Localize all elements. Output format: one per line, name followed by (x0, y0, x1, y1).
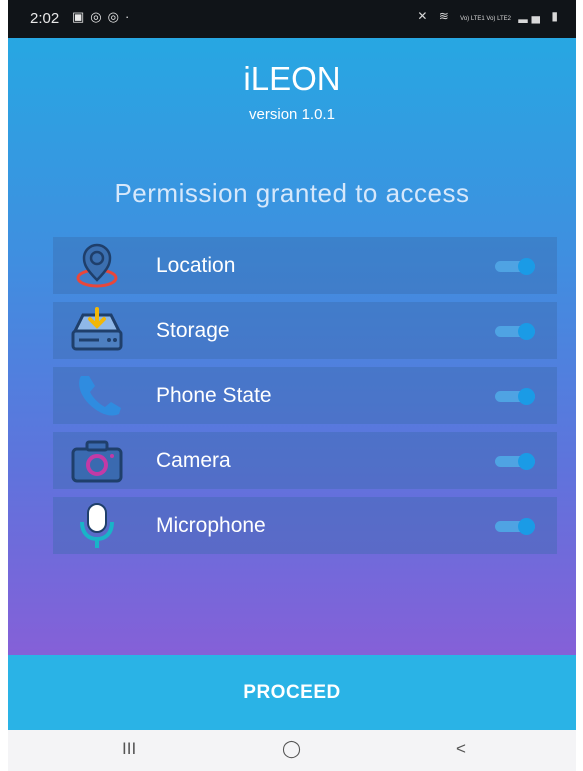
location-pin-icon (65, 242, 129, 290)
notification-icons: ▣◎◎· (72, 9, 135, 25)
battery-icon: ▮ (551, 9, 562, 23)
dot-icon: · (124, 9, 136, 24)
storage-icon (65, 307, 129, 355)
navigation-bar: III ◯ < (8, 730, 576, 771)
recents-button[interactable]: III (122, 739, 136, 759)
permissions-heading: Permission granted to access (114, 178, 470, 208)
app-title: iLEON (243, 60, 341, 97)
status-time: 2:02 (30, 10, 60, 27)
permission-label-storage: Storage (156, 319, 230, 342)
permissions-screen: iLEON version 1.0.1 Permission granted t… (8, 38, 576, 655)
permission-row-camera[interactable]: Camera (53, 432, 557, 489)
permission-list: Location Storage Phone State Camera Micr… (53, 237, 557, 562)
camera-icon (65, 437, 129, 485)
network-text: Vo) LTE1 Vo) LTE2 (460, 16, 511, 22)
phone-state-toggle[interactable] (495, 388, 535, 405)
app-version: version 1.0.1 (249, 106, 335, 123)
instagram-icon: ◎ (90, 9, 108, 24)
storage-toggle[interactable] (495, 323, 535, 340)
image-icon: ▣ (72, 9, 91, 24)
permission-label-microphone: Microphone (156, 514, 266, 537)
wifi-icon: ≋ (438, 9, 453, 23)
phone-icon (65, 372, 129, 420)
permission-row-storage[interactable]: Storage (53, 302, 557, 359)
permission-label-location: Location (156, 254, 236, 277)
permission-row-location[interactable]: Location (53, 237, 557, 294)
permission-label-phone-state: Phone State (156, 384, 272, 407)
instagram-icon: ◎ (107, 9, 125, 24)
system-icons: ✕ ≋ Vo) LTE1 Vo) LTE2 ▂▄ ▮ (417, 9, 562, 23)
permission-label-camera: Camera (156, 449, 231, 472)
microphone-toggle[interactable] (495, 518, 535, 535)
mute-icon: ✕ (417, 9, 432, 23)
phone-screen: 2:02 ▣◎◎· ✕ ≋ Vo) LTE1 Vo) LTE2 ▂▄ ▮ iLE… (8, 0, 576, 771)
camera-toggle[interactable] (495, 453, 535, 470)
signal-icon: ▂▄ (518, 9, 545, 23)
permission-row-phone-state[interactable]: Phone State (53, 367, 557, 424)
back-button[interactable]: < (456, 739, 466, 759)
microphone-icon (65, 502, 129, 550)
status-bar: 2:02 ▣◎◎· ✕ ≋ Vo) LTE1 Vo) LTE2 ▂▄ ▮ (8, 0, 576, 38)
location-toggle[interactable] (495, 258, 535, 275)
home-button[interactable]: ◯ (282, 739, 301, 759)
permission-row-microphone[interactable]: Microphone (53, 497, 557, 554)
proceed-button[interactable]: PROCEED (8, 655, 576, 730)
